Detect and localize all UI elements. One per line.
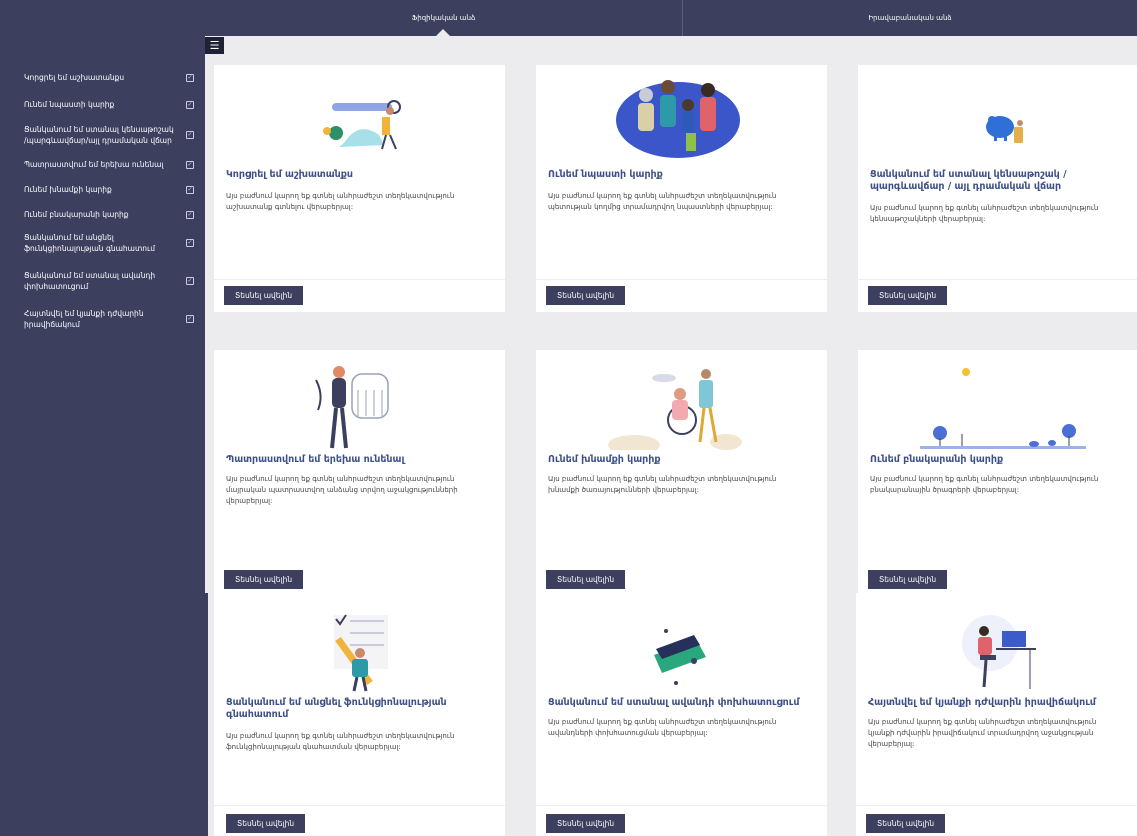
card-description: Այս բաժնում կարող եք գտնել անհրաժեշտ տեղ… bbox=[548, 475, 777, 494]
card-functionality-assessment: Ցանկանում եմ անցնել ֆունկցիոնալության գն… bbox=[214, 593, 505, 836]
card-divider bbox=[214, 279, 505, 280]
deposit-card-illustration bbox=[654, 629, 706, 685]
card-title: Ցանկանում եմ անցնել ֆունկցիոնալության գն… bbox=[226, 697, 447, 720]
sidebar-item-label: Ցանկանում եմ անցնել ֆունկցիոնալության գն… bbox=[24, 233, 156, 253]
card-title: Ունեմ բնակարանի կարիք bbox=[870, 454, 1004, 465]
card-title: Ունեմ խնամքի կարիք bbox=[548, 454, 661, 465]
sidebar-item-housing[interactable]: Ունեմ բնակարանի կարիք ✓ bbox=[24, 209, 194, 220]
piggy-bank-illustration bbox=[986, 116, 1023, 143]
see-more-button[interactable]: Տեսնել ավելին bbox=[224, 570, 304, 589]
sidebar-item-benefit[interactable]: Ունեմ նպաստի կարիք ✓ bbox=[24, 99, 194, 110]
card-description: Այս բաժնում կարող եք գտնել անհրաժեշտ տեղ… bbox=[548, 718, 777, 737]
card-divider bbox=[536, 805, 827, 806]
card-divider bbox=[858, 279, 1137, 280]
checkbox-icon[interactable]: ✓ bbox=[186, 100, 194, 109]
card-housing: Ունեմ բնակարանի կարիք Այս բաժնում կարող … bbox=[858, 350, 1137, 593]
sidebar-item-deposit-compensation[interactable]: Ցանկանում եմ ստանալ ավանդի փոխհատուցում ✓ bbox=[24, 270, 194, 292]
sidebar-item-label: Կորցրել եմ աշխատանքս bbox=[24, 73, 125, 82]
sidebar-item-label: Ունեմ նպաստի կարիք bbox=[24, 100, 115, 109]
laptop-person-illustration bbox=[962, 615, 1036, 689]
checkbox-icon[interactable]: ✓ bbox=[186, 277, 194, 285]
card-divider bbox=[856, 805, 1137, 806]
card-care: Ունեմ խնամքի կարիք Այս բաժնում կարող եք … bbox=[536, 350, 827, 593]
list-icon[interactable]: ☰ bbox=[205, 37, 224, 54]
sidebar-item-label: Ցանկանում եմ ստանալ ավանդի փոխհատուցում bbox=[24, 271, 156, 291]
pregnancy-illustration bbox=[315, 366, 389, 449]
card-description: Այս բաժնում կարող եք գտնել անհրաժեշտ տեղ… bbox=[870, 204, 1099, 223]
family-illustration bbox=[616, 80, 740, 158]
card-lost-job: Կորցրել եմ աշխատանքս Այս բաժնում կարող ե… bbox=[214, 65, 505, 312]
active-tab-indicator bbox=[436, 29, 450, 36]
card-description: Այս բաժնում կարող եք գտնել անհրաժեշտ տեղ… bbox=[868, 718, 1097, 748]
card-title: Ցանկանում եմ ստանալ կենսաթոշակ / պարգևավ… bbox=[870, 169, 1067, 192]
sidebar-item-functionality-assessment[interactable]: Ցանկանում եմ անցնել ֆունկցիոնալության գն… bbox=[24, 232, 194, 254]
sidebar-item-label: Պատրաստվում եմ երեխա ունենալ bbox=[24, 160, 164, 169]
see-more-button[interactable]: Տեսնել ավելին bbox=[546, 570, 626, 589]
card-divider bbox=[536, 279, 827, 280]
see-more-button[interactable]: Տեսնել ավելին bbox=[546, 814, 626, 833]
housing-illustration bbox=[920, 368, 1086, 449]
card-title: Ցանկանում եմ ստանալ ավանդի փոխհատուցում bbox=[548, 697, 800, 708]
card-description: Այս բաժնում կարող եք գտնել անհրաժեշտ տեղ… bbox=[226, 192, 455, 211]
card-title: Պատրաստվում եմ երեխա ունենալ bbox=[226, 454, 405, 465]
sidebar-item-care[interactable]: Ունեմ խնամքի կարիք ✓ bbox=[24, 184, 194, 195]
top-navigation: Ֆիզիկական անձ Իրավաբանական անձ bbox=[0, 0, 1137, 36]
card-description: Այս բաժնում կարող եք գտնել անհրաժեշտ տեղ… bbox=[548, 192, 777, 211]
checklist-illustration bbox=[334, 614, 388, 692]
card-description: Այս բաժնում կարող եք գտնել անհրաժեշտ տեղ… bbox=[226, 475, 458, 505]
see-more-button[interactable]: Տեսնել ավելին bbox=[546, 286, 626, 305]
card-divider bbox=[214, 805, 505, 806]
card-title: Հայտնվել եմ կյանքի դժվարին իրավիճակում bbox=[868, 697, 1096, 708]
see-more-button[interactable]: Տեսնել ավելին bbox=[866, 814, 946, 833]
sidebar-item-expecting-child[interactable]: Պատրաստվում եմ երեխա ունենալ ✓ bbox=[24, 159, 194, 170]
checkbox-icon[interactable]: ✓ bbox=[186, 185, 194, 194]
see-more-button[interactable]: Տեսնել ավելին bbox=[868, 286, 948, 305]
card-title: Ունեմ նպաստի կարիք bbox=[548, 169, 663, 180]
card-difficult-situation: Հայտնվել եմ կյանքի դժվարին իրավիճակում Ա… bbox=[856, 593, 1137, 836]
checkbox-icon[interactable]: ✓ bbox=[186, 131, 194, 139]
sidebar-item-pension[interactable]: Ցանկանում եմ ստանալ կենսաթոշակ /պարգևավճ… bbox=[24, 124, 194, 146]
checkbox-icon[interactable]: ✓ bbox=[186, 239, 194, 247]
sidebar-item-label: Ցանկանում եմ ստանալ կենսաթոշակ /պարգևավճ… bbox=[24, 125, 174, 145]
see-more-button[interactable]: Տեսնել ավելին bbox=[868, 570, 948, 589]
card-description: Այս բաժնում կարող եք գտնել անհրաժեշտ տեղ… bbox=[226, 732, 455, 751]
see-more-button[interactable]: Տեսնել ավելին bbox=[226, 814, 306, 833]
checkbox-icon[interactable]: ✓ bbox=[186, 315, 194, 323]
card-benefit: Ունեմ նպաստի կարիք Այս բաժնում կարող եք … bbox=[536, 65, 827, 312]
see-more-button[interactable]: Տեսնել ավելին bbox=[224, 286, 304, 305]
sidebar-item-label: Ունեմ խնամքի կարիք bbox=[24, 185, 112, 194]
card-deposit-compensation: Ցանկանում եմ ստանալ ավանդի փոխհատուցում … bbox=[536, 593, 827, 836]
sidebar-item-lost-job[interactable]: Կորցրել եմ աշխատանքս ✓ bbox=[24, 72, 194, 83]
card-title: Կորցրել եմ աշխատանքս bbox=[226, 169, 354, 180]
tab-legal[interactable]: Իրավաբանական անձ bbox=[683, 0, 1137, 36]
card-expecting-child: Պատրաստվում եմ երեխա ունենալ Այս բաժնում… bbox=[214, 350, 505, 593]
sidebar-edge bbox=[205, 593, 208, 836]
sidebar: Կորցրել եմ աշխատանքս ✓ Ունեմ նպաստի կարիք… bbox=[0, 36, 205, 836]
card-description: Այս բաժնում կարող եք գտնել անհրաժեշտ տեղ… bbox=[870, 475, 1099, 494]
care-illustration bbox=[608, 369, 742, 450]
checkbox-icon[interactable]: ✓ bbox=[186, 73, 194, 82]
checkbox-icon[interactable]: ✓ bbox=[186, 210, 194, 219]
sidebar-item-label: Ունեմ բնակարանի կարիք bbox=[24, 210, 129, 219]
job-search-illustration bbox=[323, 100, 401, 150]
sidebar-item-label: Հայտնվել եմ կյանքի դժվարին իրավիճակում bbox=[24, 309, 144, 329]
sidebar-item-difficult-situation[interactable]: Հայտնվել եմ կյանքի դժվարին իրավիճակում ✓ bbox=[24, 308, 194, 330]
checkbox-icon[interactable]: ✓ bbox=[186, 160, 194, 169]
card-pension: Ցանկանում եմ ստանալ կենսաթոշակ / պարգևավ… bbox=[858, 65, 1137, 312]
